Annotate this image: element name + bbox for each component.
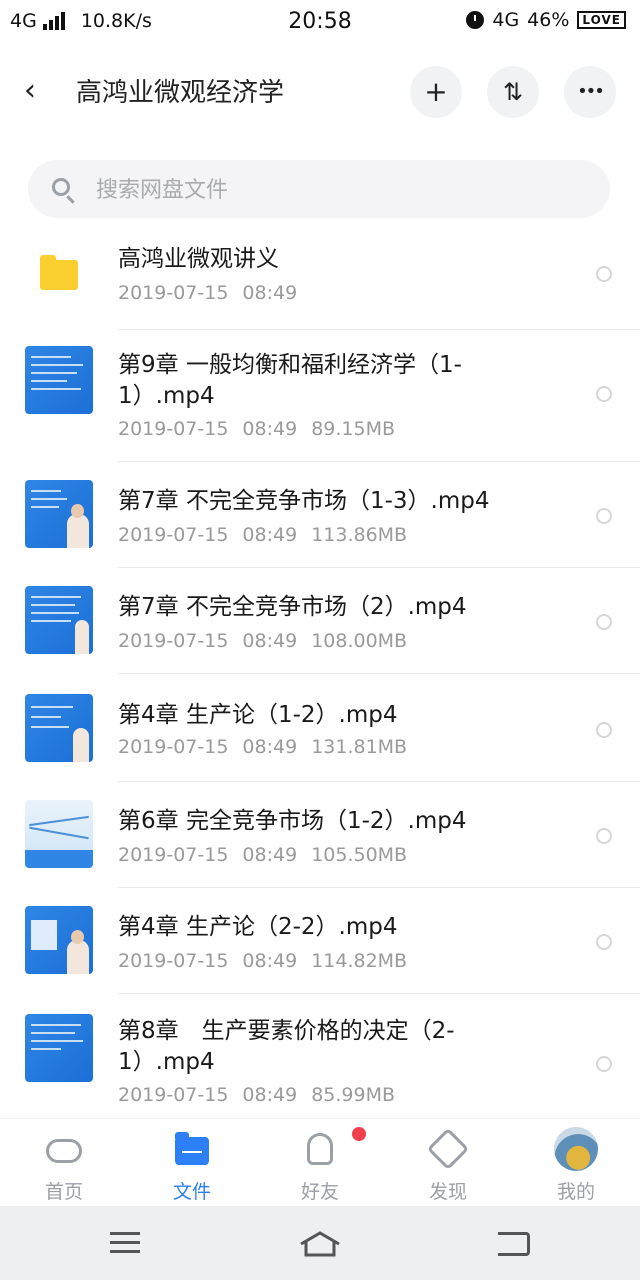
file-time: 08:49	[242, 282, 298, 304]
list-item[interactable]: 高鸿业微观讲义 2019-07-15 08:49	[0, 226, 640, 330]
select-circle[interactable]	[596, 1056, 612, 1072]
file-size: 114.82MB	[311, 950, 408, 972]
sort-button[interactable]: ⇅	[487, 66, 539, 118]
list-item[interactable]: 第9章 一般均衡和福利经济学（1-1）.mp4 2019-07-15 08:49 8…	[0, 330, 640, 462]
file-date: 2019-07-15	[118, 950, 229, 972]
file-time: 08:49	[242, 418, 298, 440]
nav-files-label: 文件	[172, 1181, 211, 1203]
file-time: 08:49	[242, 524, 298, 546]
select-circle[interactable]	[596, 614, 612, 630]
file-size: 89.15MB	[311, 418, 396, 440]
video-thumbnail	[25, 906, 93, 974]
file-size: 85.99MB	[311, 1084, 396, 1106]
list-item[interactable]: 第4章 生产论（2-2）.mp4 2019-07-15 08:49 114.82MB	[0, 888, 640, 994]
file-name: 第7章 不完全竞争市场（2）.mp4	[118, 594, 467, 620]
back-icon[interactable]: ‹	[24, 76, 54, 106]
list-item[interactable]: 第8章 生产要素价格的决定（2-1）.mp4 2019-07-15 08:49 85…	[0, 994, 640, 1118]
status-right: 4G 46% LOVE	[466, 9, 626, 31]
network-type-right: 4G	[492, 9, 520, 31]
battery-level: 46%	[527, 9, 570, 31]
select-circle[interactable]	[596, 266, 612, 282]
file-date: 2019-07-15	[118, 282, 229, 304]
file-date: 2019-07-15	[118, 630, 229, 652]
status-bar: 4G 10.8K/s 20:58 4G 46% LOVE	[0, 0, 640, 44]
file-date: 2019-07-15	[118, 418, 229, 440]
file-meta: 2019-07-15 08:49 108.00MB	[118, 630, 407, 652]
file-date: 2019-07-15	[118, 736, 229, 758]
file-size: 131.81MB	[311, 736, 408, 758]
folder-icon	[40, 255, 78, 290]
file-size: 108.00MB	[311, 630, 408, 652]
file-time: 08:49	[242, 630, 298, 652]
file-time: 08:49	[242, 736, 298, 758]
nav-friends-label: 好友	[300, 1181, 339, 1203]
menu-icon[interactable]	[110, 1232, 140, 1254]
file-meta: 2019-07-15 08:49 85.99MB	[118, 1084, 395, 1106]
add-button[interactable]: +	[410, 66, 462, 118]
select-circle[interactable]	[596, 934, 612, 950]
list-item[interactable]: 第6章 完全竞争市场（1-2）.mp4 2019-07-15 08:49 105.5…	[0, 782, 640, 888]
nav-home[interactable]: 首页	[14, 1129, 114, 1204]
cloud-icon	[46, 1139, 82, 1163]
video-thumbnail	[25, 1014, 93, 1082]
alarm-icon	[466, 11, 485, 29]
nav-me[interactable]: 我的	[526, 1127, 626, 1204]
system-nav-bar	[0, 1206, 640, 1280]
folder-icon	[175, 1132, 209, 1165]
search-input[interactable]	[94, 172, 578, 208]
more-button[interactable]: •••	[564, 66, 616, 118]
select-circle[interactable]	[596, 828, 612, 844]
file-time: 08:49	[242, 844, 298, 866]
file-time: 08:49	[242, 1084, 298, 1106]
video-thumbnail	[25, 346, 93, 414]
list-item[interactable]: 第7章 不完全竞争市场（1-3）.mp4 2019-07-15 08:49 113.…	[0, 462, 640, 568]
file-meta: 2019-07-15 08:49 114.82MB	[118, 950, 407, 972]
nav-friends[interactable]: 好友	[270, 1127, 370, 1204]
video-thumbnail	[25, 480, 93, 548]
file-size: 113.86MB	[311, 524, 408, 546]
list-item[interactable]: 第4章 生产论（1-2）.mp4 2019-07-15 08:49 131.81MB	[0, 674, 640, 782]
avatar	[554, 1127, 598, 1171]
love-badge: LOVE	[577, 11, 626, 29]
file-meta: 2019-07-15 08:49	[118, 282, 297, 304]
search-icon	[52, 178, 70, 196]
bottom-nav: 首页 文件 好友 发现 我的	[0, 1118, 640, 1207]
nav-discover[interactable]: 发现	[398, 1127, 498, 1204]
file-date: 2019-07-15	[118, 1084, 229, 1106]
video-thumbnail	[25, 586, 93, 654]
file-date: 2019-07-15	[118, 524, 229, 546]
select-circle[interactable]	[596, 386, 612, 402]
file-name: 第9章 一般均衡和福利经济学（1-1）.mp4	[118, 352, 462, 409]
video-thumbnail	[25, 800, 93, 868]
discover-icon	[426, 1127, 470, 1171]
file-name: 第7章 不完全竞争市场（1-3）.mp4	[118, 488, 490, 514]
search-bar[interactable]	[28, 160, 610, 218]
file-name: 第4章 生产论（2-2）.mp4	[118, 914, 398, 940]
file-name: 第8章 生产要素价格的决定（2-1）.mp4	[118, 1018, 455, 1075]
notification-dot	[352, 1127, 366, 1141]
file-name: 第4章 生产论（1-2）.mp4	[118, 702, 398, 728]
back-nav-icon[interactable]	[498, 1232, 530, 1256]
list-item[interactable]: 第7章 不完全竞争市场（2）.mp4 2019-07-15 08:49 108.00…	[0, 568, 640, 674]
file-meta: 2019-07-15 08:49 113.86MB	[118, 524, 407, 546]
home-icon[interactable]	[298, 1230, 342, 1258]
page-title: 高鸿业微观经济学	[76, 78, 285, 108]
file-meta: 2019-07-15 08:49 89.15MB	[118, 418, 395, 440]
file-meta: 2019-07-15 08:49 105.50MB	[118, 844, 407, 866]
nav-discover-label: 发现	[428, 1181, 467, 1203]
file-name: 高鸿业微观讲义	[118, 246, 279, 272]
friends-icon	[307, 1133, 333, 1165]
file-date: 2019-07-15	[118, 844, 229, 866]
video-thumbnail	[25, 694, 93, 762]
select-circle[interactable]	[596, 508, 612, 524]
nav-home-label: 首页	[44, 1181, 83, 1203]
nav-me-label: 我的	[556, 1181, 595, 1203]
file-name: 第6章 完全竞争市场（1-2）.mp4	[118, 808, 467, 834]
file-meta: 2019-07-15 08:49 131.81MB	[118, 736, 407, 758]
file-time: 08:49	[242, 950, 298, 972]
select-circle[interactable]	[596, 722, 612, 738]
file-size: 105.50MB	[311, 844, 408, 866]
app-header: ‹ 高鸿业微观经济学 + ⇅ •••	[0, 54, 640, 130]
nav-files[interactable]: 文件	[142, 1129, 242, 1204]
